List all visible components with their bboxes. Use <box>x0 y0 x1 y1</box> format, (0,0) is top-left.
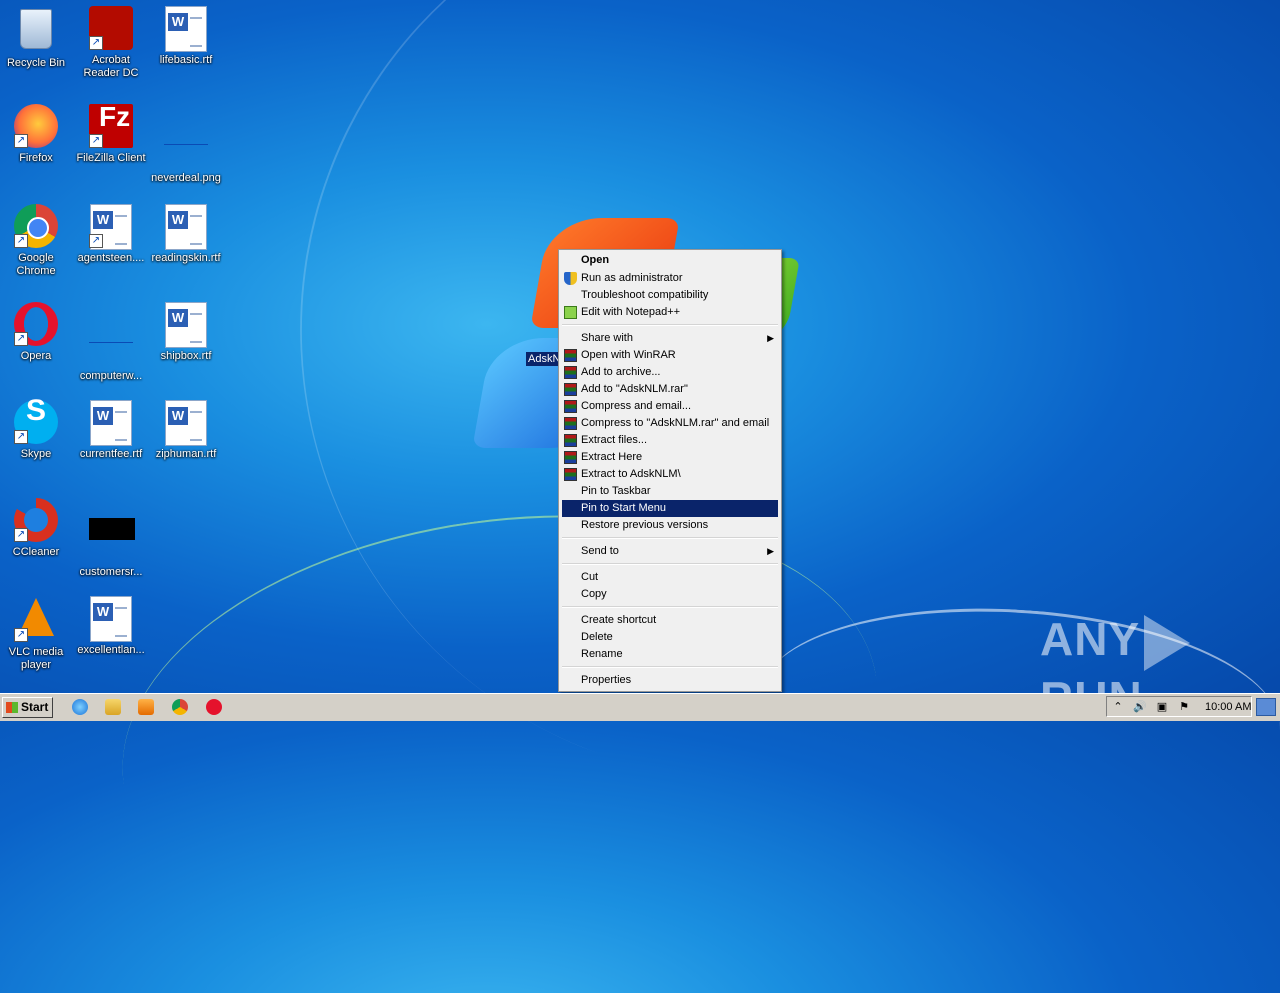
volume-icon[interactable]: 🔊 <box>1133 700 1147 714</box>
icon-label: computerw... <box>79 370 143 382</box>
icon-label: FileZilla Client <box>76 152 146 164</box>
winrar-icon <box>564 383 577 396</box>
menu-separator <box>562 537 778 539</box>
menu-item-create-shortcut[interactable]: Create shortcut <box>562 612 778 629</box>
firefox-icon[interactable]: ↗ Firefox <box>0 104 72 165</box>
windows-flag-icon <box>6 702 18 713</box>
start-button[interactable]: Start <box>2 697 53 718</box>
menu-item-edit-notepadpp[interactable]: Edit with Notepad++ <box>562 304 778 321</box>
media-player-icon[interactable] <box>138 699 154 715</box>
winrar-icon <box>564 434 577 447</box>
menu-item-extract-files[interactable]: Extract files... <box>562 432 778 449</box>
icon-label: currentfee.rtf <box>79 448 143 460</box>
menu-item-add-rar[interactable]: Add to "AdskNLM.rar" <box>562 381 778 398</box>
icon-label: CCleaner <box>12 546 60 558</box>
neverdeal-icon[interactable]: neverdeal.png <box>150 104 222 185</box>
menu-item-send-to[interactable]: Send to ▶ <box>562 543 778 560</box>
winrar-icon <box>564 366 577 379</box>
chrome-icon[interactable]: ↗ Google Chrome <box>0 204 72 278</box>
icon-label: Google Chrome <box>16 252 56 277</box>
winrar-icon <box>564 349 577 362</box>
chevron-up-icon[interactable]: ⌃ <box>1111 700 1125 714</box>
menu-item-cut[interactable]: Cut <box>562 569 778 586</box>
clock[interactable]: 10:00 AM <box>1205 694 1251 721</box>
ie-icon[interactable] <box>72 699 88 715</box>
notepadpp-icon <box>564 306 577 319</box>
menu-item-delete[interactable]: Delete <box>562 629 778 646</box>
menu-separator <box>562 324 778 326</box>
winrar-icon <box>564 451 577 464</box>
icon-label: ziphuman.rtf <box>155 448 217 460</box>
lifebasic-icon[interactable]: lifebasic.rtf <box>150 6 222 67</box>
explorer-icon[interactable] <box>105 699 121 715</box>
icon-label: VLC media player <box>8 646 64 671</box>
taskbar: Start ⌃ 🔊 ▣ ⚑ 10:00 AM <box>0 693 1280 721</box>
filezilla-icon[interactable]: Fz ↗ FileZilla Client <box>75 103 147 165</box>
excellentlan-icon[interactable]: excellentlan... <box>75 596 147 657</box>
icon-label: Skype <box>20 448 52 460</box>
icon-label: Recycle Bin <box>6 57 66 69</box>
network-icon[interactable]: ▣ <box>1155 700 1169 714</box>
menu-item-extract-to[interactable]: Extract to AdskNLM\ <box>562 466 778 483</box>
menu-item-add-archive[interactable]: Add to archive... <box>562 364 778 381</box>
context-menu: Open Run as administrator Troubleshoot c… <box>558 249 782 692</box>
menu-item-troubleshoot[interactable]: Troubleshoot compatibility <box>562 287 778 304</box>
shipbox-icon[interactable]: shipbox.rtf <box>150 302 222 363</box>
icon-label: lifebasic.rtf <box>159 54 213 66</box>
menu-item-pin-taskbar[interactable]: Pin to Taskbar <box>562 483 778 500</box>
winrar-icon <box>564 400 577 413</box>
background-streak <box>94 469 906 993</box>
icon-label: shipbox.rtf <box>160 350 212 362</box>
icon-label: neverdeal.png <box>151 172 221 184</box>
show-desktop-button[interactable] <box>1256 698 1276 716</box>
computerw-icon[interactable]: computerw... <box>75 302 147 383</box>
icon-label: agentsteen.... <box>77 252 145 264</box>
icon-label: Acrobat Reader DC <box>83 54 139 79</box>
readingskin-icon[interactable]: readingskin.rtf <box>150 204 222 265</box>
menu-separator <box>562 563 778 565</box>
submenu-arrow-icon: ▶ <box>767 546 774 556</box>
menu-item-compress-email[interactable]: Compress and email... <box>562 398 778 415</box>
menu-item-copy[interactable]: Copy <box>562 586 778 603</box>
icon-label: Opera <box>20 350 52 362</box>
menu-item-pin-start[interactable]: Pin to Start Menu <box>562 500 778 517</box>
menu-item-properties[interactable]: Properties <box>562 672 778 689</box>
menu-item-share-with[interactable]: Share with ▶ <box>562 330 778 347</box>
chrome-taskbar-icon[interactable] <box>172 699 188 715</box>
winrar-icon <box>564 468 577 481</box>
icon-label: Firefox <box>19 152 53 164</box>
recycle-bin-icon[interactable]: Recycle Bin <box>0 6 72 70</box>
menu-item-extract-here[interactable]: Extract Here <box>562 449 778 466</box>
customersr-icon[interactable]: customersr... <box>75 498 147 579</box>
menu-separator <box>562 606 778 608</box>
opera-taskbar-icon[interactable] <box>206 699 222 715</box>
icon-label: excellentlan... <box>77 644 145 656</box>
play-logo-icon <box>1144 614 1191 671</box>
vlc-icon[interactable]: ↗ VLC media player <box>0 596 72 672</box>
icon-label: readingskin.rtf <box>151 252 221 264</box>
currentfee-icon[interactable]: currentfee.rtf <box>75 400 147 461</box>
shield-icon <box>564 272 577 285</box>
ccleaner-icon[interactable]: ↗ CCleaner <box>0 498 72 559</box>
menu-item-rename[interactable]: Rename <box>562 646 778 663</box>
menu-item-compress-rar-email[interactable]: Compress to "AdskNLM.rar" and email <box>562 415 778 432</box>
menu-separator <box>562 666 778 668</box>
ziphuman-icon[interactable]: ziphuman.rtf <box>150 400 222 461</box>
opera-icon[interactable]: ↗ Opera <box>0 302 72 363</box>
action-center-flag-icon[interactable]: ⚑ <box>1177 700 1191 714</box>
menu-item-restore-versions[interactable]: Restore previous versions <box>562 517 778 534</box>
selected-file-label[interactable]: AdskN <box>526 352 563 366</box>
icon-label: customersr... <box>79 566 143 578</box>
menu-item-open[interactable]: Open <box>562 252 778 269</box>
menu-item-run-as-admin[interactable]: Run as administrator <box>562 270 778 287</box>
menu-item-open-winrar[interactable]: Open with WinRAR <box>562 347 778 364</box>
submenu-arrow-icon: ▶ <box>767 333 774 343</box>
winrar-icon <box>564 417 577 430</box>
agentsteen-icon[interactable]: ↗ agentsteen.... <box>75 204 147 265</box>
skype-icon[interactable]: S ↗ Skype <box>0 396 72 461</box>
acrobat-icon[interactable]: ↗ Acrobat Reader DC <box>75 6 147 80</box>
